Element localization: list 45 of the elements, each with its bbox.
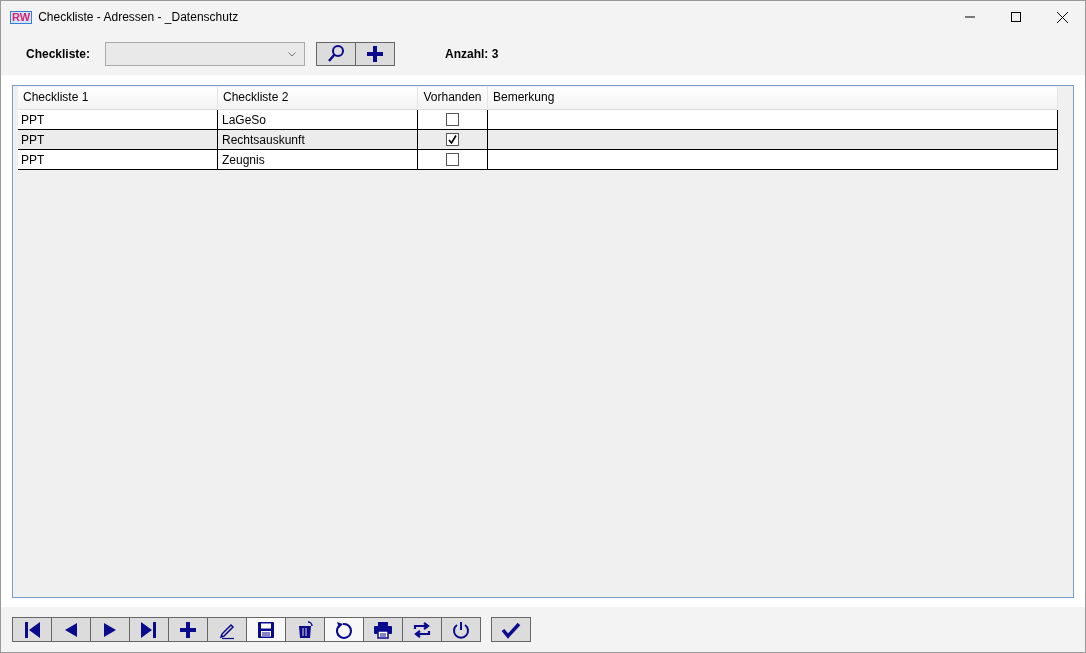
filter-label: Checkliste: [26, 46, 91, 63]
column-header[interactable]: Checkliste 2 [218, 87, 418, 109]
checkbox[interactable] [446, 153, 459, 166]
skip-first-icon [22, 619, 42, 640]
app-logo: RW [10, 10, 33, 24]
add-button[interactable] [355, 42, 396, 66]
swap-button[interactable] [402, 617, 442, 642]
next-button[interactable] [90, 617, 130, 642]
table-cell: LaGeSo [218, 110, 418, 129]
search-button[interactable] [316, 42, 357, 66]
checklist-dropdown[interactable] [105, 42, 306, 66]
close-icon [1056, 11, 1068, 23]
table-cell: PPT [18, 110, 218, 129]
power-icon [451, 619, 471, 640]
window-title: Checkliste - Adressen - _Datenschutz [38, 9, 239, 26]
table-cell: Zeugnis [218, 150, 418, 169]
table-cell: Rechtsauskunft [218, 130, 418, 149]
print-button[interactable] [363, 617, 403, 642]
first-button[interactable] [12, 617, 52, 642]
plus-icon [178, 619, 198, 640]
save-button[interactable] [246, 617, 286, 642]
checkbox[interactable] [446, 133, 459, 146]
column-header[interactable]: Bemerkung [488, 87, 1058, 109]
add-button[interactable] [168, 617, 208, 642]
undo-button[interactable] [324, 617, 364, 642]
search-icon [326, 44, 347, 64]
maximize-icon [1011, 12, 1021, 22]
last-button[interactable] [129, 617, 169, 642]
column-header[interactable]: Vorhanden [418, 87, 488, 109]
column-header[interactable]: Checkliste 1 [18, 87, 218, 109]
power-button[interactable] [441, 617, 481, 642]
skip-last-icon [139, 619, 159, 640]
edit-button[interactable] [207, 617, 247, 642]
printer-icon [373, 619, 393, 640]
swap-arrows-icon [412, 619, 432, 640]
plus-icon [365, 44, 386, 64]
chevron-down-icon [288, 51, 297, 57]
delete-button[interactable] [285, 617, 325, 642]
refresh-icon [334, 619, 354, 640]
confirm-button[interactable] [491, 617, 531, 642]
prev-button[interactable] [51, 617, 91, 642]
table-cell: PPT [18, 130, 218, 149]
record-count: Anzahl: 3 [445, 46, 499, 63]
table-cell: PPT [18, 150, 218, 169]
checkbox[interactable] [446, 113, 459, 126]
